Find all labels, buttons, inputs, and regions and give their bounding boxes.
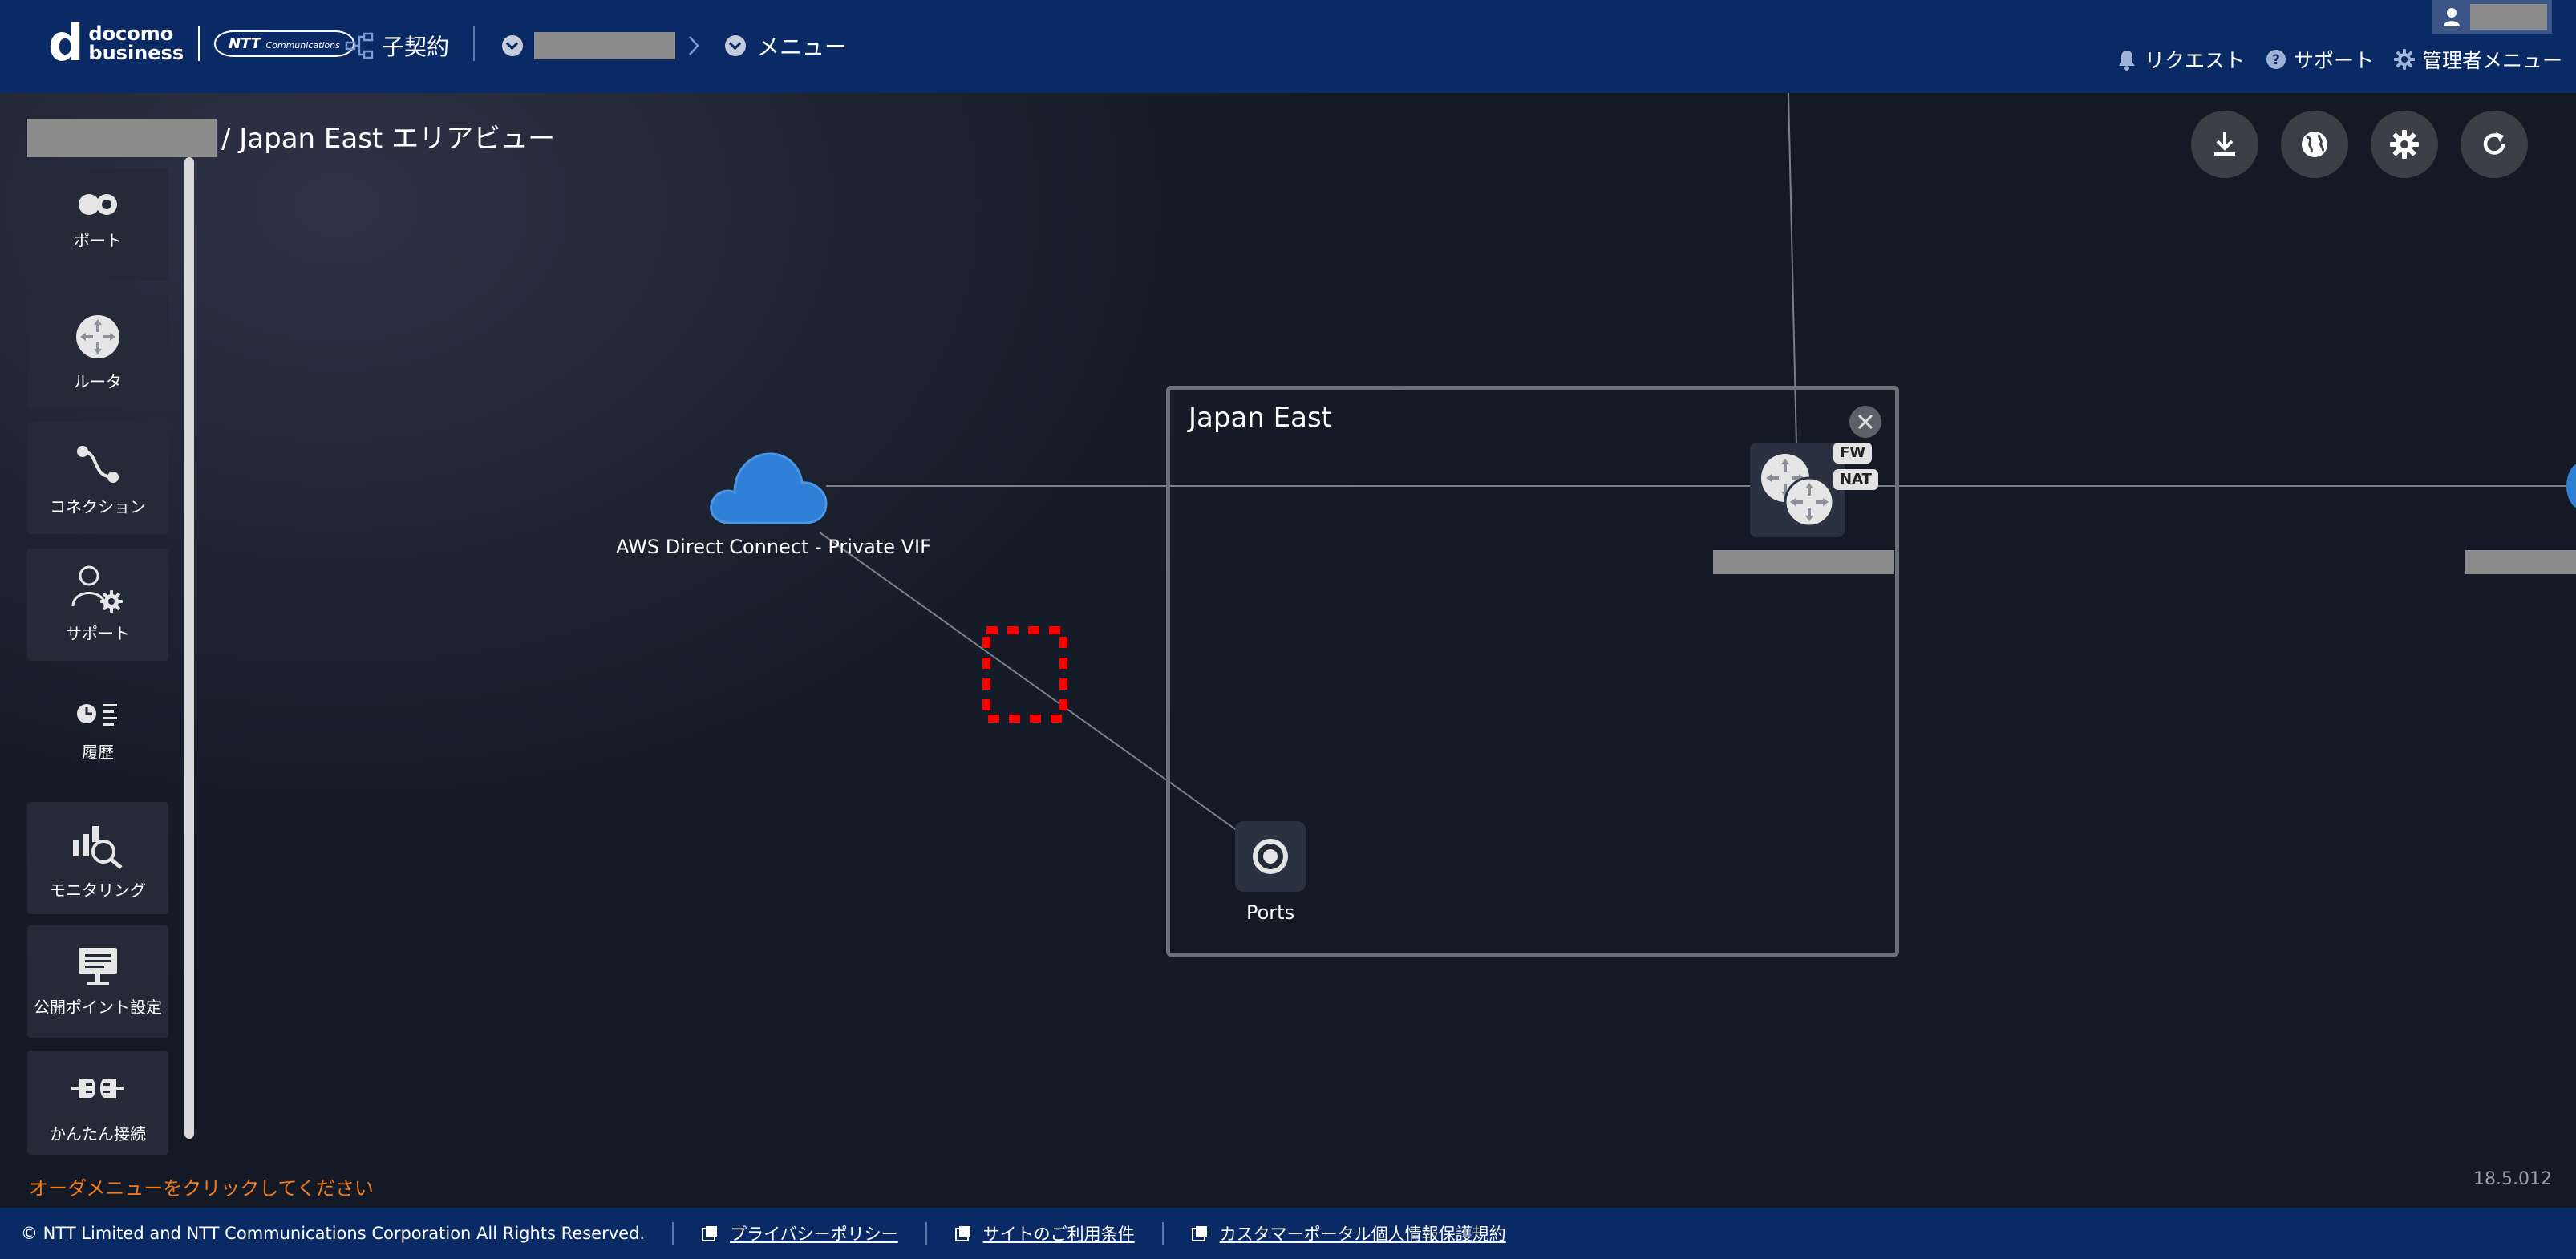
- cloud-node-label: AWS Direct Connect - Private VIF: [616, 536, 931, 558]
- contract-selector[interactable]: [502, 26, 675, 66]
- ntt-logo-text: NTT: [229, 34, 261, 52]
- sidebar-item-label: かんたん接続: [50, 1124, 146, 1144]
- hierarchy-icon: [345, 32, 374, 59]
- request-menu[interactable]: リクエスト: [2116, 45, 2245, 74]
- contract-name-redacted: [534, 32, 675, 59]
- refresh-icon: [2483, 132, 2505, 155]
- logo-d-mark: d: [48, 14, 84, 72]
- chevron-down-icon: [725, 35, 746, 56]
- request-label: リクエスト: [2145, 49, 2246, 72]
- page-title: / Japan East エリアビュー: [221, 123, 556, 155]
- sidebar-item-label: 公開ポイント設定: [34, 998, 162, 1017]
- sub-contract-label: 子契約: [382, 34, 450, 60]
- footer-divider: [672, 1222, 674, 1245]
- settings-button[interactable]: [2371, 111, 2438, 178]
- globe-button[interactable]: [2281, 111, 2348, 178]
- user-name-redacted: [2470, 4, 2547, 30]
- footer-divider: [925, 1222, 927, 1245]
- sidebar-item-label: ポート: [74, 231, 122, 250]
- sidebar-item-support[interactable]: サポート: [27, 549, 168, 661]
- personal-info-policy-label: カスタマーポータル個人情報保護規約: [1219, 1225, 1506, 1244]
- sidebar-item-port[interactable]: ポート: [27, 168, 168, 281]
- sidebar-item-label: ルータ: [74, 372, 122, 391]
- sub-contract-button[interactable]: 子契約: [345, 26, 449, 66]
- admin-menu-label: 管理者メニュー: [2422, 49, 2563, 72]
- admin-menu[interactable]: 管理者メニュー: [2393, 45, 2562, 74]
- personal-info-policy-link[interactable]: カスタマーポータル個人情報保護規約: [1191, 1221, 1506, 1245]
- copyright-text: © NTT Limited and NTT Communications Cor…: [21, 1224, 646, 1243]
- ntt-communications-logo: NTT Communications: [214, 30, 354, 57]
- logo-line1: docomo: [88, 22, 174, 45]
- user-account-button[interactable]: [2432, 0, 2552, 34]
- external-link-icon: [954, 1226, 970, 1241]
- fw-tag: FW: [1833, 443, 1873, 464]
- sidebar-item-label: コネクション: [50, 497, 146, 516]
- easy-connect-icon: [71, 1079, 124, 1098]
- close-icon: [1857, 414, 1873, 430]
- sidebar-item-easy-connect[interactable]: かんたん接続: [27, 1051, 168, 1155]
- ntt-logo-subtext: Communications: [265, 39, 340, 51]
- privacy-policy-link[interactable]: プライバシーポリシー: [701, 1221, 898, 1245]
- chevron-down-icon: [502, 35, 523, 56]
- download-icon: [2214, 132, 2235, 156]
- monitoring-icon: [73, 826, 123, 869]
- refresh-button[interactable]: [2461, 111, 2528, 178]
- chevron-right-icon: [689, 36, 699, 55]
- router-icon: [76, 315, 119, 358]
- gear-icon: [2394, 49, 2415, 70]
- logo-divider: [198, 26, 200, 61]
- logo-line2: business: [88, 42, 184, 64]
- menu-label: メニュー: [757, 34, 848, 60]
- bell-icon: [2119, 51, 2135, 71]
- version-label: 18.5.012: [2473, 1169, 2552, 1189]
- public-point-icon: [79, 948, 117, 985]
- top-navigation-bar: d docomo business NTT Communications 子契約…: [0, 0, 2576, 93]
- globe-icon: [2302, 132, 2327, 157]
- terms-of-use-label: サイトのご利用条件: [982, 1225, 1135, 1244]
- support-label: サポート: [2294, 49, 2375, 72]
- question-circle-icon: ?: [2266, 50, 2286, 69]
- connection-icon: [77, 446, 119, 483]
- terms-of-use-link[interactable]: サイトのご利用条件: [954, 1221, 1135, 1245]
- history-icon: [77, 704, 117, 726]
- port-icon: [1253, 839, 1288, 874]
- support-user-icon: [71, 565, 123, 613]
- logo-wordmark: docomo business: [88, 24, 184, 63]
- settings-icon: [2390, 130, 2419, 159]
- area-close-button[interactable]: [1849, 406, 1881, 438]
- sidebar-item-monitoring[interactable]: モニタリング: [27, 802, 168, 914]
- sidebar-item-connection[interactable]: コネクション: [27, 422, 168, 534]
- support-menu[interactable]: ? サポート: [2265, 45, 2374, 74]
- footer: © NTT Limited and NTT Communications Cor…: [0, 1208, 2576, 1259]
- sidebar-scrollbar[interactable]: [184, 157, 194, 1139]
- port-icon: [79, 194, 117, 215]
- sidebar-item-label: モニタリング: [50, 880, 146, 900]
- offscreen-node-name-redacted: [2465, 550, 2576, 574]
- router-name-redacted: [1713, 550, 1894, 574]
- sidebar-item-history[interactable]: 履歴: [27, 675, 168, 779]
- nat-tag: NAT: [1833, 469, 1878, 490]
- user-icon: [2444, 8, 2460, 26]
- docomo-business-logo[interactable]: d docomo business NTT Communications: [48, 18, 354, 69]
- sidebar-item-label: サポート: [66, 624, 130, 643]
- sidebar-item-router[interactable]: ルータ: [27, 295, 168, 407]
- external-link-icon: [702, 1226, 718, 1241]
- contract-title-redacted: [27, 119, 217, 157]
- ports-node-label: Ports: [1246, 901, 1295, 924]
- sidebar-item-public-point[interactable]: 公開ポイント設定: [27, 925, 168, 1038]
- sidebar-item-label: 履歴: [82, 743, 114, 762]
- svg-text:?: ?: [2272, 52, 2280, 68]
- privacy-policy-label: プライバシーポリシー: [730, 1225, 898, 1244]
- menu-selector[interactable]: メニュー: [725, 26, 847, 66]
- status-message: オーダメニューをクリックしてください: [29, 1177, 374, 1200]
- download-button[interactable]: [2191, 111, 2258, 178]
- aws-cloud-icon[interactable]: [706, 446, 829, 528]
- footer-divider: [1161, 1222, 1164, 1245]
- router-icon: [1761, 454, 1835, 528]
- external-link-icon: [1191, 1226, 1207, 1241]
- ports-node[interactable]: [1235, 821, 1306, 892]
- header-divider: [473, 26, 475, 61]
- area-title: Japan East: [1189, 402, 1332, 434]
